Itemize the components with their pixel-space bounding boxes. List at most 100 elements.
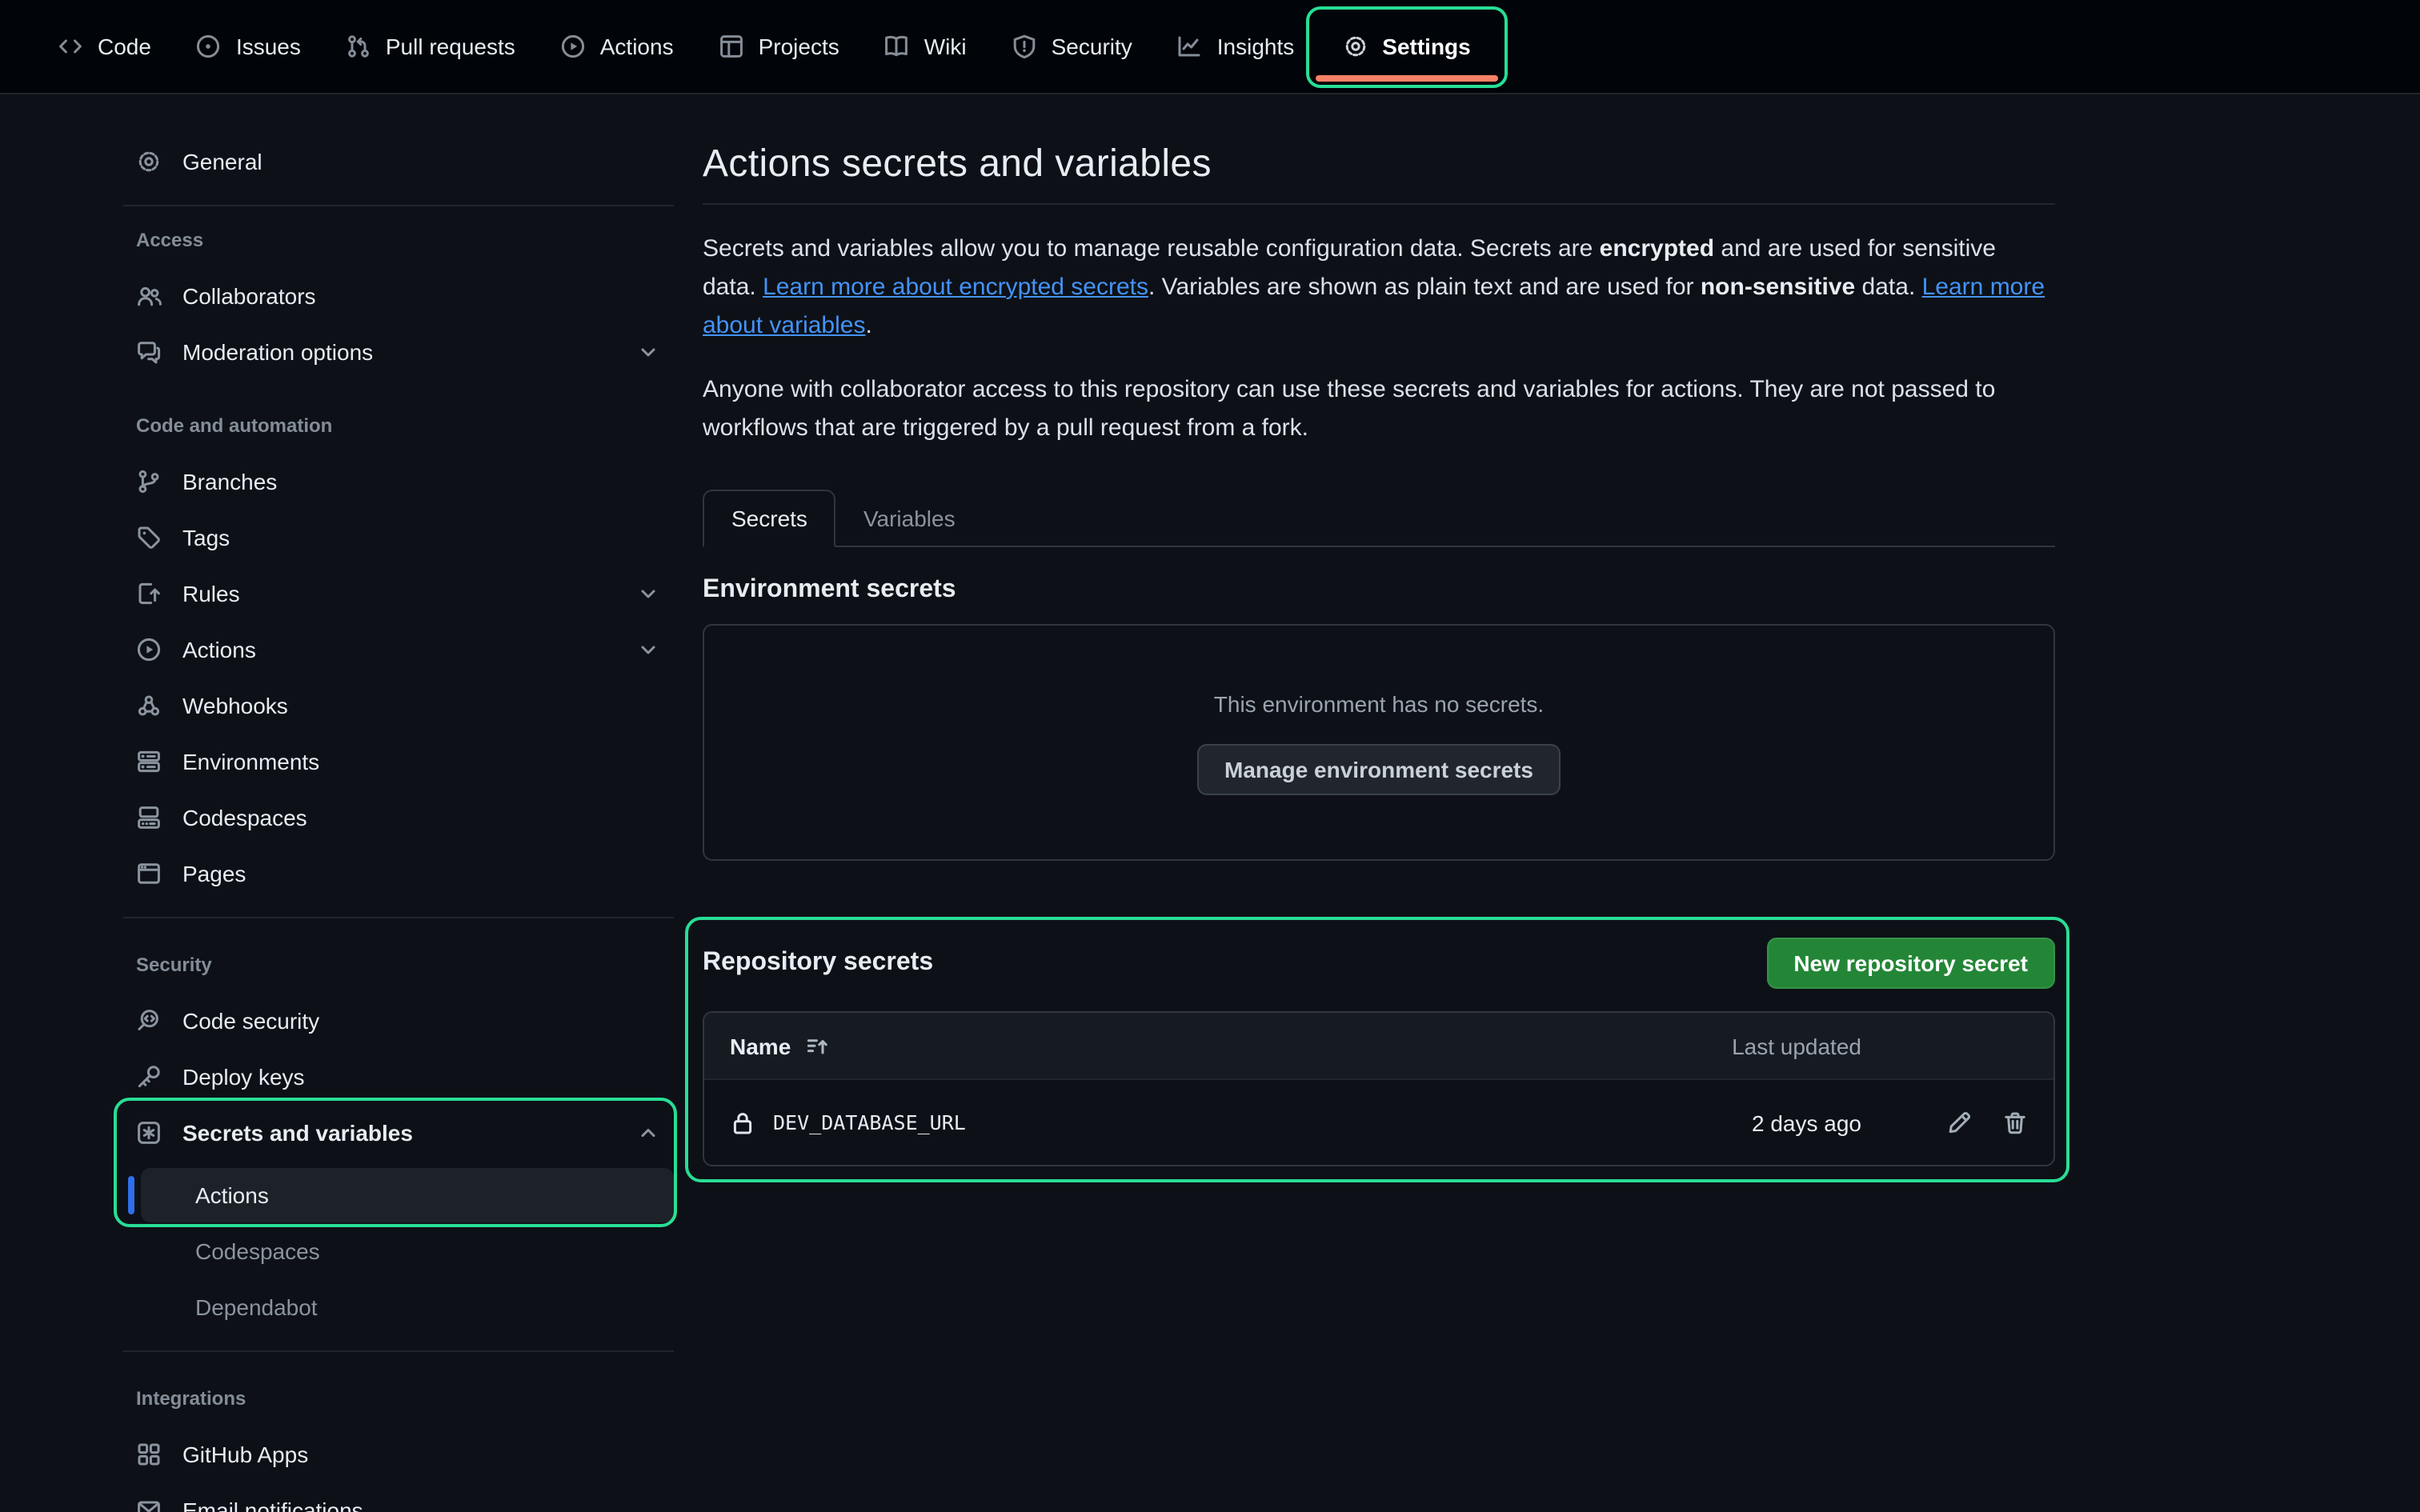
sidebar-subitem-label: Actions bbox=[195, 1182, 269, 1208]
table-header-row: Name Last updated bbox=[704, 1013, 2053, 1078]
sidebar-item-environments[interactable]: Environments bbox=[123, 733, 674, 789]
tab-projects[interactable]: Projects bbox=[699, 0, 859, 93]
server-icon bbox=[136, 748, 162, 774]
tab-code[interactable]: Code bbox=[38, 0, 170, 93]
secret-name: DEV_DATABASE_URL bbox=[773, 1110, 966, 1134]
sidebar-item-label: General bbox=[182, 148, 262, 174]
webhook-icon bbox=[136, 692, 162, 718]
tab-security[interactable]: Security bbox=[992, 0, 1152, 93]
sidebar-subitem-codespaces[interactable]: Codespaces bbox=[123, 1224, 674, 1278]
sidebar-item-moderation-options[interactable]: Moderation options bbox=[123, 323, 674, 379]
repository-secrets-table: Name Last updated DEV_DATABASE_URL 2 day… bbox=[703, 1011, 2055, 1166]
mail-icon bbox=[136, 1497, 162, 1512]
settings-sidebar: General Access Collaborators Moderation … bbox=[123, 94, 674, 1512]
intro-text: . Variables are shown as plain text and … bbox=[1148, 274, 1701, 301]
secret-row-actions bbox=[1861, 1110, 2028, 1135]
sidebar-divider bbox=[123, 1350, 674, 1352]
sidebar-item-code-security[interactable]: Code security bbox=[123, 992, 674, 1048]
sidebar-subitem-label: Dependabot bbox=[195, 1294, 318, 1320]
active-item-indicator bbox=[128, 1176, 134, 1214]
chevron-up-icon bbox=[635, 1119, 661, 1145]
repository-secrets-section: Repository secrets New repository secret… bbox=[703, 938, 2055, 1166]
chevron-down-icon bbox=[635, 338, 661, 364]
new-repository-secret-button[interactable]: New repository secret bbox=[1766, 938, 2055, 989]
tab-insights-label: Insights bbox=[1217, 34, 1295, 59]
sidebar-subitem-dependabot[interactable]: Dependabot bbox=[123, 1280, 674, 1334]
tab-actions[interactable]: Actions bbox=[541, 0, 693, 93]
main-content: Actions secrets and variables Secrets an… bbox=[703, 94, 2055, 1166]
lock-icon bbox=[730, 1110, 755, 1135]
sidebar-item-email-notifications[interactable]: Email notifications bbox=[123, 1482, 674, 1512]
rules-icon bbox=[136, 580, 162, 606]
tab-secrets[interactable]: Secrets bbox=[703, 490, 836, 547]
sidebar-item-label: Code security bbox=[182, 1007, 319, 1033]
tab-insights[interactable]: Insights bbox=[1158, 0, 1314, 93]
settings-tab-wrap: Settings bbox=[1320, 0, 1492, 93]
people-icon bbox=[136, 282, 162, 308]
sidebar-item-collaborators[interactable]: Collaborators bbox=[123, 267, 674, 323]
sidebar-item-label: Secrets and variables bbox=[182, 1119, 413, 1145]
tab-variables[interactable]: Variables bbox=[836, 491, 983, 546]
tab-issues-label: Issues bbox=[236, 34, 301, 59]
sidebar-section-access: Access bbox=[123, 229, 674, 251]
gear-icon bbox=[1342, 34, 1368, 59]
sidebar-item-github-apps[interactable]: GitHub Apps bbox=[123, 1426, 674, 1482]
tab-wiki[interactable]: Wiki bbox=[865, 0, 986, 93]
tab-pull-requests-label: Pull requests bbox=[386, 34, 515, 59]
pencil-icon[interactable] bbox=[1946, 1110, 1972, 1135]
sidebar-item-label: Codespaces bbox=[182, 804, 307, 830]
github-settings-page: Code Issues Pull requests Actions Projec… bbox=[0, 0, 2420, 1512]
chevron-down-icon bbox=[635, 636, 661, 662]
sidebar-item-tags[interactable]: Tags bbox=[123, 509, 674, 565]
secrets-and-variables-group: Secrets and variables Actions bbox=[123, 1104, 674, 1222]
tab-actions-label: Actions bbox=[600, 34, 674, 59]
sort-ascending-icon bbox=[805, 1033, 831, 1058]
sidebar-item-label: Pages bbox=[182, 860, 246, 886]
sidebar-item-codespaces[interactable]: Codespaces bbox=[123, 789, 674, 845]
sidebar-item-rules[interactable]: Rules bbox=[123, 565, 674, 621]
link-encrypted-secrets[interactable]: Learn more about encrypted secrets bbox=[763, 274, 1148, 301]
sidebar-item-pages[interactable]: Pages bbox=[123, 845, 674, 901]
repo-nav: Code Issues Pull requests Actions Projec… bbox=[0, 0, 2420, 94]
sidebar-section-code-automation: Code and automation bbox=[123, 414, 674, 437]
active-tab-underline bbox=[1315, 75, 1497, 82]
sidebar-item-label: Tags bbox=[182, 524, 230, 550]
sidebar-divider bbox=[123, 205, 674, 206]
sidebar-item-secrets-and-variables[interactable]: Secrets and variables bbox=[123, 1104, 674, 1160]
intro-bold-non-sensitive: non-sensitive bbox=[1701, 274, 1855, 301]
intro-text: . bbox=[865, 312, 871, 339]
tab-wiki-label: Wiki bbox=[924, 34, 967, 59]
column-header-last-updated: Last updated bbox=[1669, 1033, 1861, 1058]
intro-paragraph-2: Anyone with collaborator access to this … bbox=[703, 371, 2055, 448]
intro-text: data. bbox=[1855, 274, 1921, 301]
sidebar-item-branches[interactable]: Branches bbox=[123, 453, 674, 509]
environment-secrets-box: This environment has no secrets. Manage … bbox=[703, 624, 2055, 861]
sidebar-item-label: Moderation options bbox=[182, 338, 373, 364]
sidebar-item-label: Collaborators bbox=[182, 282, 316, 308]
sidebar-item-actions[interactable]: Actions bbox=[123, 621, 674, 677]
graph-icon bbox=[1177, 34, 1203, 59]
sidebar-item-deploy-keys[interactable]: Deploy keys bbox=[123, 1048, 674, 1104]
sidebar-item-label: Rules bbox=[182, 580, 240, 606]
play-icon bbox=[560, 34, 586, 59]
tab-issues[interactable]: Issues bbox=[177, 0, 320, 93]
apps-icon bbox=[136, 1441, 162, 1466]
table-icon bbox=[719, 34, 744, 59]
sidebar-item-general[interactable]: General bbox=[123, 133, 674, 189]
name-header-label: Name bbox=[730, 1033, 791, 1058]
manage-environment-secrets-button[interactable]: Manage environment secrets bbox=[1197, 743, 1561, 794]
column-header-name[interactable]: Name bbox=[730, 1033, 1669, 1058]
tab-pull-requests[interactable]: Pull requests bbox=[327, 0, 535, 93]
gear-icon bbox=[136, 148, 162, 174]
page-title: Actions secrets and variables bbox=[703, 142, 2055, 187]
trash-icon[interactable] bbox=[2002, 1110, 2028, 1135]
sidebar-divider bbox=[123, 917, 674, 918]
code-icon bbox=[58, 34, 83, 59]
intro-text: Secrets and variables allow you to manag… bbox=[703, 235, 1600, 262]
git-pull-request-icon bbox=[346, 34, 371, 59]
title-divider bbox=[703, 203, 2055, 205]
secret-row: DEV_DATABASE_URL 2 days ago bbox=[704, 1078, 2053, 1165]
tab-code-label: Code bbox=[98, 34, 151, 59]
sidebar-subitem-actions[interactable]: Actions bbox=[141, 1168, 674, 1222]
sidebar-item-webhooks[interactable]: Webhooks bbox=[123, 677, 674, 733]
